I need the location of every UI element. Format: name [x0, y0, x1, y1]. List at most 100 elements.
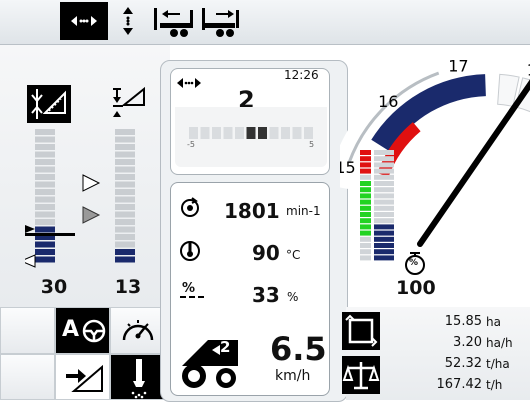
- engine-load-icon-line: [180, 296, 204, 298]
- fuel-bar-segment: [374, 205, 394, 211]
- gauge-segment: [115, 226, 135, 233]
- gauge-segment: [35, 256, 55, 263]
- implement-right-icon: [202, 8, 239, 37]
- level-bar-segment: [360, 187, 371, 193]
- engine-load-icon: %: [182, 281, 196, 296]
- engine-load-value: 33: [252, 283, 280, 307]
- rpm-icon: [181, 197, 199, 217]
- hitch-height-value: 30: [40, 276, 68, 298]
- fuel-bar-segment: [374, 199, 394, 205]
- tractor-range-icon: [182, 340, 238, 388]
- level-bar-segment: [360, 162, 371, 168]
- gear-scale-segment: [281, 127, 290, 139]
- gauge-segment: [35, 196, 55, 203]
- gear-scale-segment: [223, 127, 233, 139]
- speedometer-gauge: 1516171819202122: [340, 49, 530, 307]
- yield-scale-button[interactable]: [342, 356, 380, 394]
- level-bar-segment: [360, 212, 371, 217]
- level-bar-segment: [360, 174, 371, 180]
- implement-lower-icon: [66, 364, 103, 392]
- implement-right-button[interactable]: [200, 2, 244, 40]
- speedometer-icon: [122, 320, 154, 341]
- gauge-segment: [35, 166, 55, 173]
- fuel-bar-segment: [374, 150, 394, 155]
- range-gear-label: 2: [220, 338, 231, 356]
- draft-value: 13: [114, 276, 142, 298]
- work-stat-unit: ha/h: [486, 336, 513, 350]
- gauge-segment: [35, 181, 55, 188]
- implement-left-icon: [154, 8, 193, 37]
- height-mode-button[interactable]: [114, 2, 142, 40]
- gauge-segment: [115, 256, 135, 263]
- gauge-segment: [35, 219, 55, 225]
- steering-wheel-icon: [82, 319, 106, 343]
- draft-gauge: [115, 129, 135, 263]
- rpm-unit: min-1: [286, 204, 321, 218]
- gauge-segment: [115, 174, 135, 180]
- gauge-segment: [35, 159, 55, 165]
- level-bar-segment: [360, 218, 371, 224]
- auto-steer-button[interactable]: A: [55, 307, 110, 354]
- sprayer-icon: [131, 359, 147, 399]
- gauge-segment: [35, 151, 55, 158]
- work-stat-unit: t/ha: [486, 357, 510, 371]
- width-mode-button[interactable]: [60, 2, 108, 40]
- work-stat-value: 15.85: [444, 314, 482, 329]
- ground-speed-value: 6.5: [270, 330, 327, 368]
- gauge-segment: [115, 136, 135, 143]
- implement-left-button[interactable]: [152, 2, 196, 40]
- hitch-lower-button[interactable]: [55, 354, 110, 400]
- gear-scale: [189, 127, 313, 139]
- work-stat-value: 3.20: [453, 335, 482, 350]
- gauge-segment: [115, 159, 135, 165]
- fuel-bar-segment: [374, 162, 394, 168]
- gear-scale-min: -5: [187, 140, 195, 149]
- area-counter-button[interactable]: [342, 312, 380, 350]
- gauge-segment: [115, 189, 135, 195]
- sprayer-button[interactable]: [110, 354, 165, 400]
- gauge-segment: [115, 204, 135, 210]
- gauge-segment: [115, 211, 135, 218]
- gauge-segment: [35, 249, 55, 255]
- clock: 12:26: [284, 68, 319, 82]
- coolant-temp-unit: °C: [286, 248, 301, 262]
- fuel-bar-segment: [374, 236, 394, 242]
- level-bar-segment: [360, 150, 371, 155]
- gear-scale-segment: [258, 127, 267, 139]
- hitch-lower-icon: [31, 89, 66, 119]
- work-stat-unit: ha: [486, 315, 501, 329]
- speedometer-tick-label: 16: [378, 92, 398, 111]
- width-arrows-icon: [177, 78, 201, 88]
- gear-scale-segment: [246, 127, 256, 139]
- gear-scale-segment: [189, 127, 198, 139]
- speedometer-tick-label: 15: [340, 158, 356, 177]
- auto-label: A: [62, 317, 80, 342]
- fuel-bar-segment: [374, 193, 394, 199]
- level-bar-segment: [360, 193, 371, 199]
- level-bar-segment: [360, 224, 371, 230]
- gauge-segment: [115, 181, 135, 188]
- gauge-segment: [35, 241, 55, 248]
- gear-scale-segment: [200, 127, 210, 139]
- gauge-segment: [35, 174, 55, 180]
- hitch-position-button[interactable]: [27, 85, 71, 123]
- gauge-segment: [115, 144, 135, 150]
- rpm-value: 1801: [224, 199, 280, 223]
- gear-scale-segment: [292, 127, 302, 139]
- fuel-bar-segment: [374, 255, 394, 261]
- gauge-segment: [115, 166, 135, 173]
- target-marker-2: [82, 206, 101, 224]
- level-bar-segment: [360, 156, 371, 162]
- fuel-bar-segment: [374, 249, 394, 255]
- work-stat-value: 52.32: [444, 356, 482, 371]
- fuel-bar-segment: [374, 243, 394, 248]
- gear-scale-segment: [235, 127, 244, 139]
- gear-scale-area: -5 5: [175, 107, 327, 167]
- cruise-control-button[interactable]: [110, 307, 165, 354]
- fuel-bar-segment: [374, 181, 394, 186]
- level-bar-segment: [360, 181, 371, 186]
- engine-load-unit: %: [287, 290, 299, 304]
- coolant-temp-icon: [180, 241, 200, 261]
- gear-scale-segment: [212, 127, 221, 139]
- fuel-percent-value: 100: [396, 277, 436, 299]
